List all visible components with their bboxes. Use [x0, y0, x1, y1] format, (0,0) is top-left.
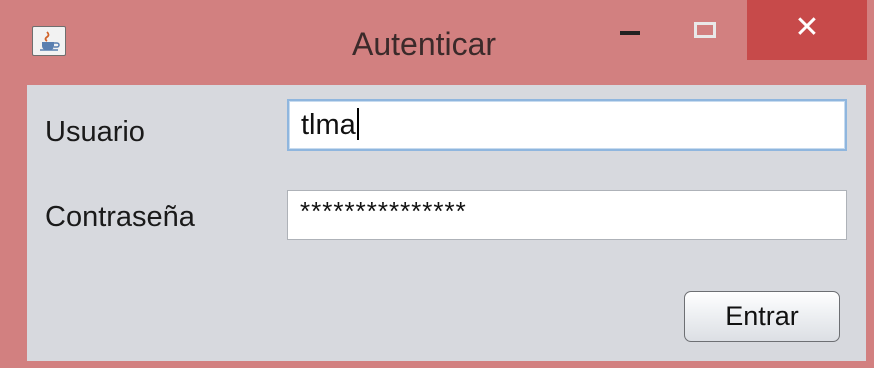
maximize-icon [694, 22, 716, 38]
username-value: tlma [301, 109, 356, 141]
maximize-button[interactable] [674, 0, 736, 60]
username-label: Usuario [45, 116, 145, 148]
username-field[interactable]: tlma [287, 99, 847, 151]
minimize-icon [620, 31, 640, 35]
close-icon: ✕ [794, 10, 820, 45]
title-bar[interactable]: Autenticar ✕ [0, 0, 874, 84]
close-button[interactable]: ✕ [747, 0, 867, 60]
minimize-button[interactable] [598, 0, 660, 60]
password-value: *************** [300, 196, 467, 226]
text-caret [356, 108, 359, 141]
login-window: Autenticar ✕ Usuario tlma Contraseña ***… [0, 0, 874, 368]
window-title: Autenticar [352, 26, 497, 62]
java-cup-icon[interactable] [32, 26, 66, 56]
password-label: Contraseña [45, 201, 195, 233]
enter-button[interactable]: Entrar [684, 291, 840, 342]
password-field[interactable]: *************** [287, 190, 847, 240]
login-form: Usuario tlma Contraseña *************** … [27, 85, 866, 361]
